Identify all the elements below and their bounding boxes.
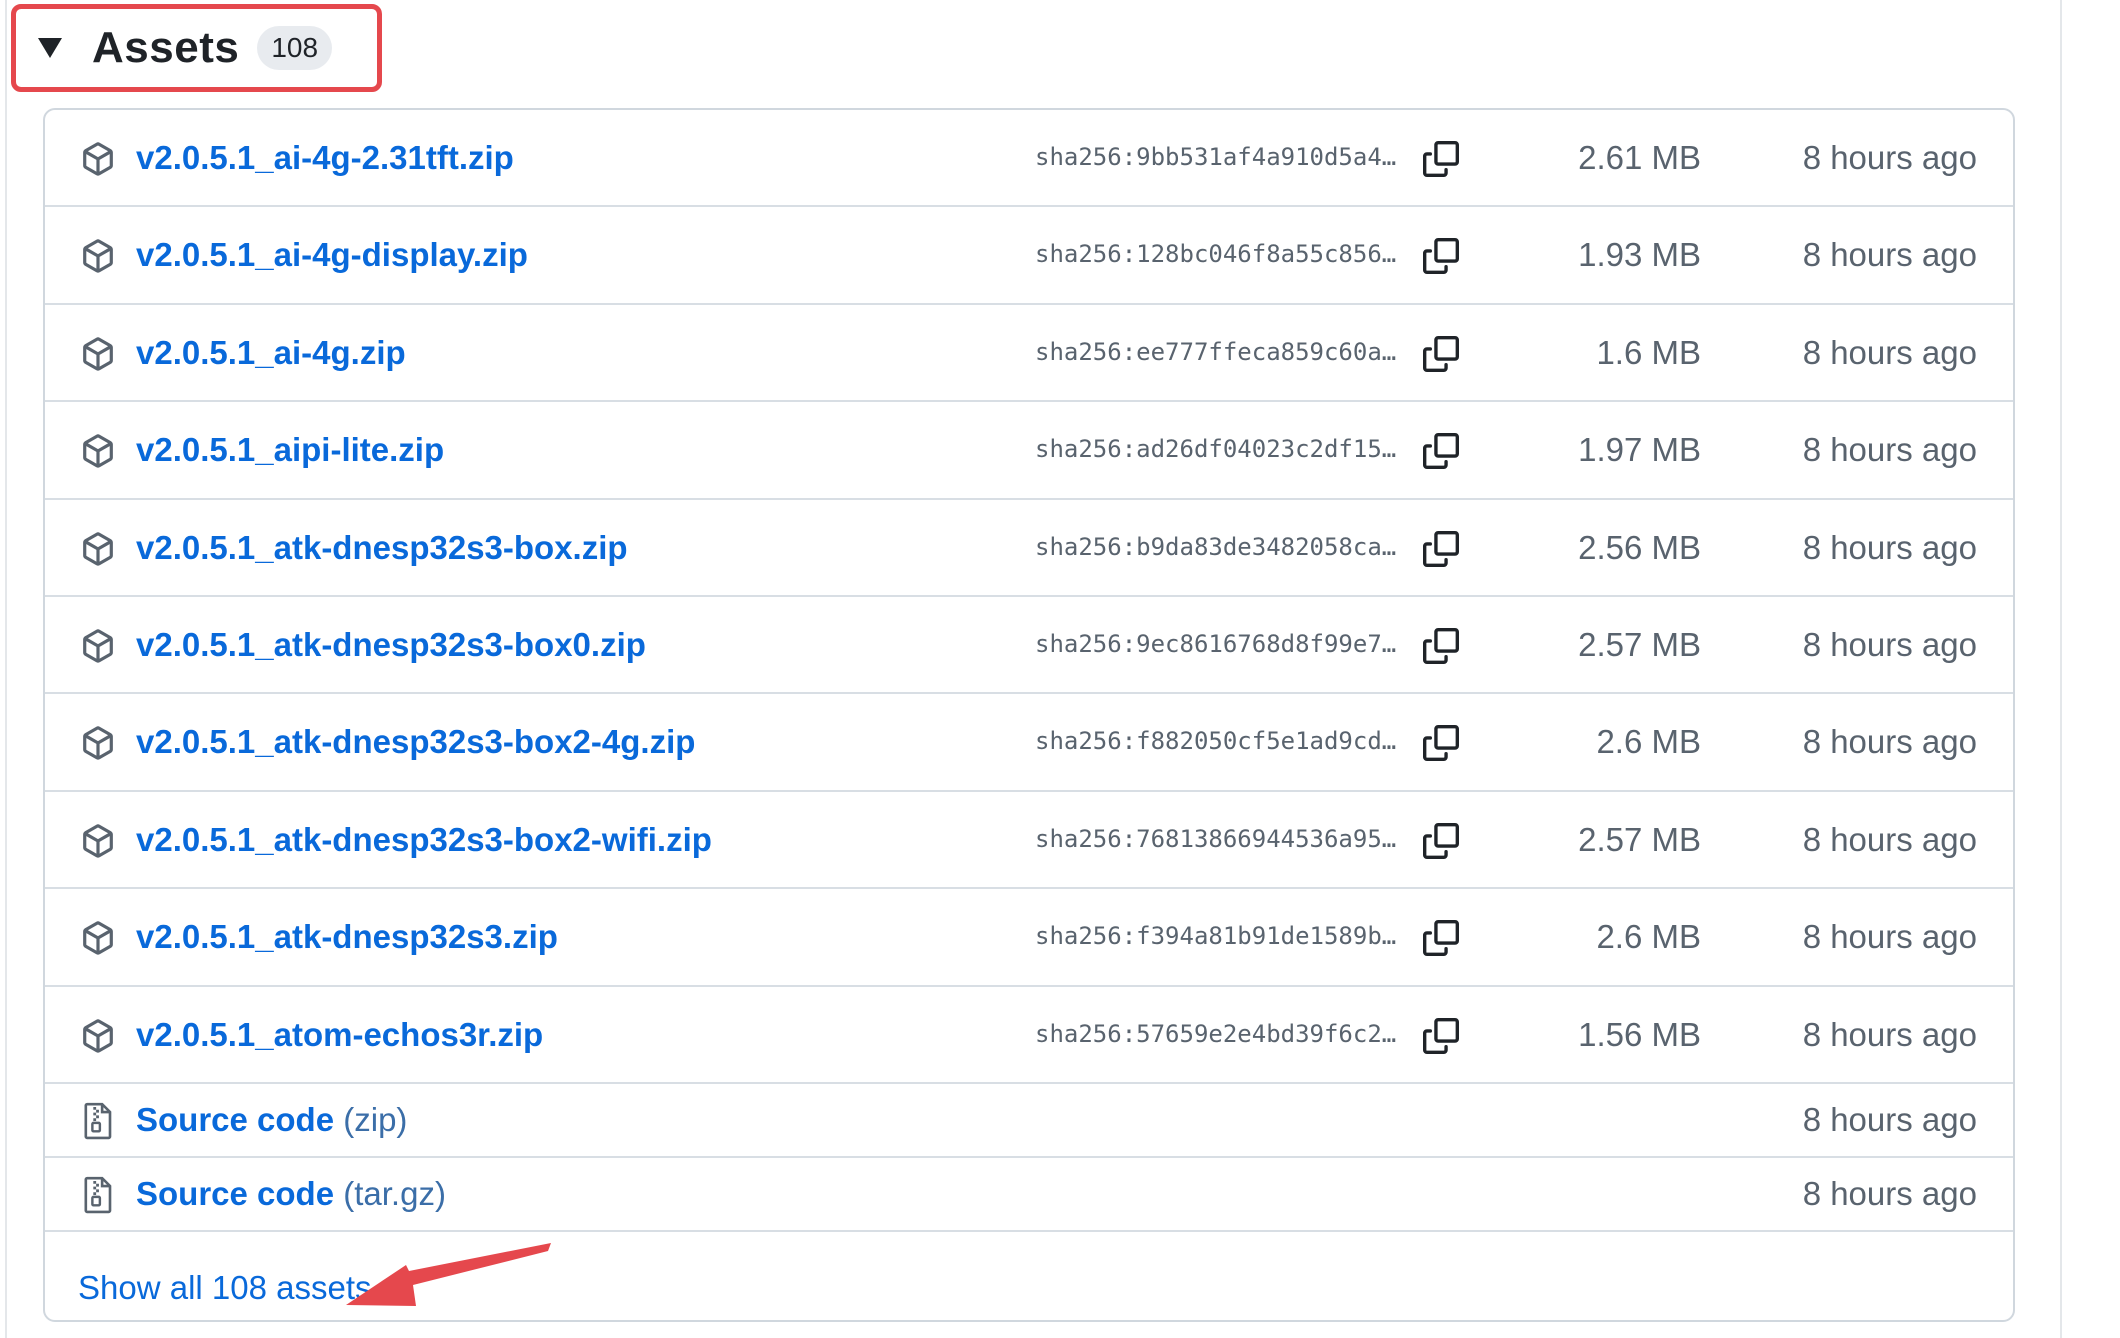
- package-icon: [81, 141, 115, 176]
- package-icon: [81, 531, 115, 566]
- package-icon: [81, 628, 115, 663]
- asset-size: 2.57 MB: [1578, 820, 1701, 858]
- asset-row: v2.0.5.1_ai-4g-display.zip sha256:128bc04…: [45, 207, 2013, 305]
- asset-time: 8 hours ago: [1802, 820, 1977, 858]
- show-all-assets-link[interactable]: Show all 108 assets: [78, 1269, 372, 1307]
- asset-download-link[interactable]: v2.0.5.1_ai-4g-2.31tft.zip: [136, 139, 514, 177]
- asset-download-link[interactable]: v2.0.5.1_atk-dnesp32s3-box2-wifi.zip: [136, 821, 712, 859]
- annotation-highlight-box: [11, 4, 382, 92]
- package-icon: [81, 1018, 115, 1053]
- copy-icon[interactable]: [1423, 920, 1459, 956]
- asset-size: 2.6 MB: [1596, 918, 1701, 955]
- asset-row: v2.0.5.1_atk-dnesp32s3-box2-4g.zip sha256…: [45, 694, 2013, 792]
- source-code-time: 8 hours ago: [1802, 1101, 1977, 1138]
- asset-download-link[interactable]: v2.0.5.1_atk-dnesp32s3-box0.zip: [136, 626, 646, 664]
- asset-sha256: sha256:ee777ffeca859c60a…: [1035, 337, 1397, 366]
- package-icon: [81, 434, 115, 468]
- copy-icon[interactable]: [1423, 335, 1459, 372]
- asset-time: 8 hours ago: [1802, 236, 1977, 273]
- asset-row: v2.0.5.1_atom-echos3r.zip sha256:57659e2e…: [45, 987, 2013, 1084]
- asset-size: 1.6 MB: [1596, 333, 1701, 371]
- package-icon: [81, 336, 115, 371]
- asset-time: 8 hours ago: [1802, 431, 1977, 468]
- source-code-time: 8 hours ago: [1802, 1175, 1977, 1212]
- asset-size: 1.93 MB: [1578, 236, 1701, 273]
- copy-icon[interactable]: [1423, 627, 1459, 664]
- asset-download-link[interactable]: v2.0.5.1_atk-dnesp32s3-box2-4g.zip: [136, 723, 695, 761]
- source-code-label: Source code: [136, 1175, 335, 1212]
- asset-time: 8 hours ago: [1802, 333, 1977, 371]
- asset-time: 8 hours ago: [1802, 1015, 1977, 1053]
- asset-time: 8 hours ago: [1802, 723, 1977, 760]
- source-code-label: Source code: [136, 1101, 335, 1138]
- copy-icon[interactable]: [1423, 822, 1459, 859]
- asset-time: 8 hours ago: [1802, 528, 1977, 566]
- file-zip-icon: [83, 1176, 113, 1214]
- asset-sha256: sha256:76813866944536a95…: [1035, 824, 1397, 853]
- asset-sha256: sha256:9bb531af4a910d5a4…: [1035, 142, 1397, 171]
- asset-sha256: sha256:b9da83de3482058ca…: [1035, 532, 1397, 561]
- asset-sha256: sha256:ad26df04023c2df15…: [1035, 435, 1397, 463]
- asset-size: 2.57 MB: [1578, 625, 1701, 663]
- file-zip-icon: [83, 1102, 113, 1140]
- copy-icon[interactable]: [1423, 725, 1459, 761]
- asset-size: 2.6 MB: [1596, 723, 1701, 760]
- asset-row: v2.0.5.1_ai-4g.zip sha256:ee777ffeca859c6…: [45, 305, 2013, 402]
- asset-time: 8 hours ago: [1802, 625, 1977, 663]
- package-icon: [81, 726, 115, 760]
- package-icon: [81, 921, 115, 955]
- asset-time: 8 hours ago: [1802, 918, 1977, 955]
- copy-icon[interactable]: [1423, 530, 1459, 567]
- asset-row: v2.0.5.1_atk-dnesp32s3.zip sha256:f394a81…: [45, 889, 2013, 987]
- asset-sha256: sha256:f882050cf5e1ad9cd…: [1035, 727, 1397, 755]
- asset-time: 8 hours ago: [1802, 138, 1977, 176]
- asset-size: 2.61 MB: [1578, 138, 1701, 176]
- asset-download-link[interactable]: v2.0.5.1_ai-4g.zip: [136, 334, 406, 372]
- page-right-border: [2060, 0, 2062, 1338]
- asset-sha256: sha256:128bc046f8a55c856…: [1035, 240, 1397, 268]
- package-icon: [81, 239, 115, 273]
- asset-sha256: sha256:f394a81b91de1589b…: [1035, 922, 1397, 950]
- copy-icon[interactable]: [1423, 1017, 1459, 1054]
- asset-sha256: sha256:9ec8616768d8f99e7…: [1035, 629, 1397, 658]
- asset-row: v2.0.5.1_ai-4g-2.31tft.zip sha256:9bb531a…: [45, 110, 2013, 207]
- package-icon: [81, 823, 115, 858]
- source-code-link[interactable]: Source code (tar.gz): [136, 1175, 446, 1213]
- source-code-row: Source code (zip) 8 hours ago: [45, 1084, 2013, 1158]
- asset-row: v2.0.5.1_atk-dnesp32s3-box.zip sha256:b9d…: [45, 500, 2013, 597]
- page-left-border: [5, 0, 7, 1338]
- source-code-ext: (tar.gz): [343, 1175, 446, 1212]
- asset-row: v2.0.5.1_atk-dnesp32s3-box2-wifi.zip sha2…: [45, 792, 2013, 889]
- source-code-row: Source code (tar.gz) 8 hours ago: [45, 1158, 2013, 1232]
- asset-size: 2.56 MB: [1578, 528, 1701, 566]
- asset-download-link[interactable]: v2.0.5.1_atk-dnesp32s3.zip: [136, 918, 558, 956]
- asset-sha256: sha256:57659e2e4bd39f6c2…: [1035, 1019, 1397, 1048]
- asset-size: 1.97 MB: [1578, 431, 1701, 468]
- copy-icon[interactable]: [1423, 433, 1459, 469]
- copy-icon[interactable]: [1423, 238, 1459, 274]
- source-code-link[interactable]: Source code (zip): [136, 1101, 407, 1139]
- copy-icon[interactable]: [1423, 140, 1459, 177]
- asset-download-link[interactable]: v2.0.5.1_ai-4g-display.zip: [136, 236, 528, 274]
- asset-download-link[interactable]: v2.0.5.1_aipi-lite.zip: [136, 431, 444, 469]
- asset-row: v2.0.5.1_atk-dnesp32s3-box0.zip sha256:9e…: [45, 597, 2013, 694]
- asset-download-link[interactable]: v2.0.5.1_atk-dnesp32s3-box.zip: [136, 529, 628, 567]
- source-code-ext: (zip): [343, 1101, 408, 1138]
- assets-list: v2.0.5.1_ai-4g-2.31tft.zip sha256:9bb531a…: [43, 108, 2015, 1322]
- asset-row: v2.0.5.1_aipi-lite.zip sha256:ad26df04023…: [45, 402, 2013, 500]
- asset-download-link[interactable]: v2.0.5.1_atom-echos3r.zip: [136, 1016, 543, 1054]
- asset-size: 1.56 MB: [1578, 1015, 1701, 1053]
